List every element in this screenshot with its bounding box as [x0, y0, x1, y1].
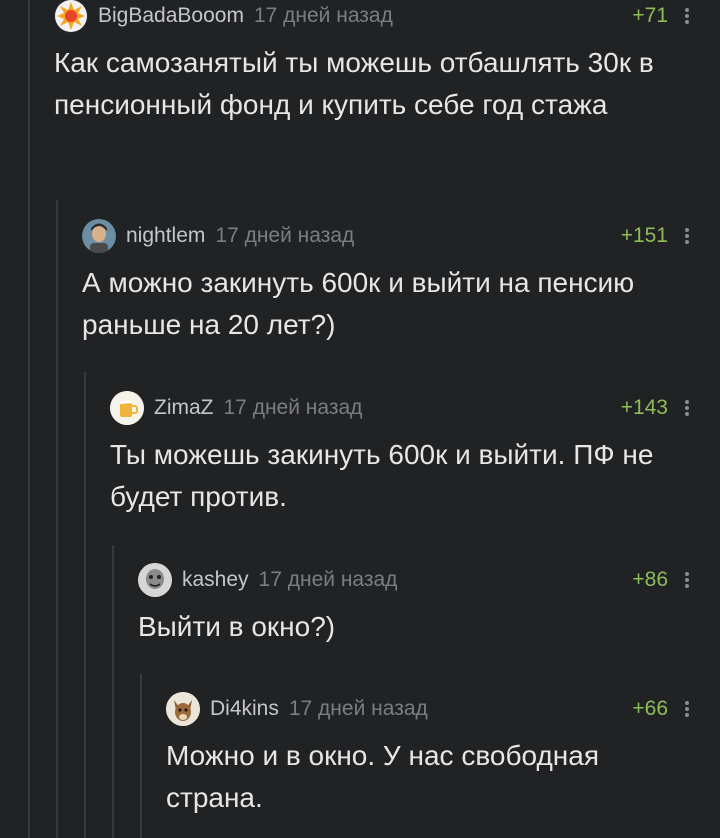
beer-mug-icon — [110, 391, 144, 425]
timestamp[interactable]: 17 дней назад — [254, 4, 393, 28]
comment-header: kashey 17 дней назад +86 — [138, 563, 720, 597]
more-options-icon[interactable] — [680, 698, 694, 720]
bw-face-icon — [138, 563, 172, 597]
comment-text: А можно закинуть 600к и выйти на пенсию … — [82, 267, 635, 340]
comment-text: Ты можешь закинуть 600к и выйти. ПФ не б… — [110, 439, 654, 512]
comment: kashey 17 дней назад +86 Выйти в окно?) — [138, 563, 720, 648]
timestamp[interactable]: 17 дней назад — [215, 224, 354, 248]
username[interactable]: ZimaZ — [154, 396, 214, 420]
comment-header: ZimaZ 17 дней назад +143 — [110, 391, 720, 425]
comment-header: BigBadaBooom 17 дней назад +71 — [54, 0, 720, 33]
thread-line[interactable] — [56, 200, 58, 838]
avatar[interactable] — [82, 219, 116, 253]
rating: +151 — [620, 224, 668, 247]
rating: +143 — [620, 396, 668, 419]
more-options-icon[interactable] — [680, 397, 694, 419]
username[interactable]: Di4kins — [210, 697, 279, 721]
more-options-icon[interactable] — [680, 5, 694, 27]
avatar[interactable] — [110, 391, 144, 425]
comment: nightlem 17 дней назад +151 А можно заки… — [82, 219, 720, 346]
rating: +71 — [632, 4, 668, 27]
rating: +86 — [632, 568, 668, 591]
comment: Di4kins 17 дней назад +66 Можно и в окно… — [166, 692, 720, 819]
timestamp[interactable]: 17 дней назад — [259, 568, 398, 592]
avatar[interactable] — [138, 563, 172, 597]
comment-header: Di4kins 17 дней назад +66 — [166, 692, 720, 726]
more-options-icon[interactable] — [680, 225, 694, 247]
comment-text: Выйти в окно?) — [138, 611, 336, 642]
avatar[interactable] — [166, 692, 200, 726]
comment-thread: BigBadaBooom 17 дней назад +71 Как самоз… — [0, 0, 720, 838]
fox-icon — [166, 692, 200, 726]
thread-line[interactable] — [28, 0, 30, 838]
cartoon-man-icon — [82, 219, 116, 253]
thread-line[interactable] — [140, 674, 142, 838]
comment: BigBadaBooom 17 дней назад +71 Как самоз… — [54, 0, 720, 126]
timestamp[interactable]: 17 дней назад — [224, 396, 363, 420]
timestamp[interactable]: 17 дней назад — [289, 697, 428, 721]
explosion-icon — [55, 0, 87, 32]
username[interactable]: kashey — [182, 568, 249, 592]
comment-text: Как самозанятый ты можешь отбашлять 30к … — [54, 47, 654, 120]
thread-line[interactable] — [112, 545, 114, 838]
avatar[interactable] — [54, 0, 88, 33]
username[interactable]: nightlem — [126, 224, 205, 248]
comment-header: nightlem 17 дней назад +151 — [82, 219, 720, 253]
username[interactable]: BigBadaBooom — [98, 4, 244, 28]
more-options-icon[interactable] — [680, 569, 694, 591]
comment: ZimaZ 17 дней назад +143 Ты можешь закин… — [110, 391, 720, 518]
rating: +66 — [632, 697, 668, 720]
comment-text: Можно и в окно. У нас свободная страна. — [166, 740, 599, 813]
thread-line[interactable] — [84, 372, 86, 838]
